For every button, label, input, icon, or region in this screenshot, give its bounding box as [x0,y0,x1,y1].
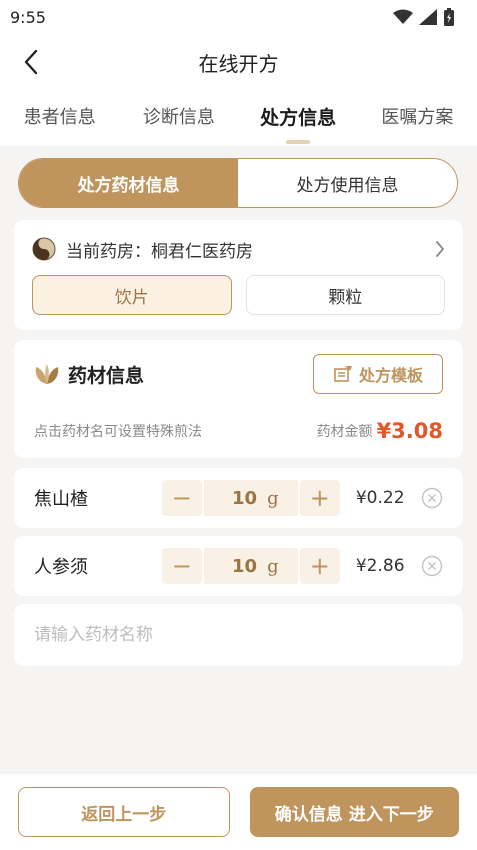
template-button-label: 处方模板 [358,366,423,385]
decrease-button[interactable]: − [161,480,202,516]
pharmacy-selector[interactable]: 当前药房：桐君仁医药房 [32,234,445,264]
battery-icon [444,8,454,26]
status-icons [393,8,455,26]
pharmacy-name: 桐君仁医药房 [151,241,253,262]
herb-item: 人参须 − g + ¥2.86 [14,536,463,596]
pharmacy-separator: ： [134,241,151,262]
bottom-action-bar: 返回上一步 确认信息 进入下一步 [0,773,477,850]
page-title: 在线开方 [198,51,279,76]
pharmacy-card: 当前药房：桐君仁医药房 饮片 颗粒 [14,220,463,330]
notebook-icon [334,366,352,382]
close-circle-icon [421,555,443,577]
nav-bar: 在线开方 [0,34,477,90]
status-time: 9:55 [10,7,46,27]
form-option-granules[interactable]: 颗粒 [245,275,445,315]
quantity-value: g [203,480,298,516]
wifi-icon [393,9,413,24]
quantity-stepper: − g + [161,548,340,584]
increase-button[interactable]: + [299,480,340,516]
herb-item-price: ¥0.22 [355,488,405,508]
leaf-icon [35,364,59,384]
herb-item-price: ¥2.86 [355,556,405,576]
signal-icon [419,9,437,25]
current-pharmacy: 当前药房：桐君仁医药房 [66,237,435,262]
quantity-input[interactable] [223,555,258,577]
back-button[interactable] [14,44,48,80]
herb-item-name[interactable]: 焦山楂 [34,485,162,511]
prescription-template-button[interactable]: 处方模板 [313,354,443,394]
tab-patient-info[interactable]: 患者信息 [0,90,119,146]
herb-item: 焦山楂 − g + ¥0.22 [14,468,463,528]
tab-medical-advice[interactable]: 医嘱方案 [358,90,477,146]
chevron-left-icon [24,49,38,75]
remove-herb-button[interactable] [421,555,443,577]
herb-info-title: 药材信息 [68,364,145,387]
herb-amount: 药材金额 ¥3.08 [317,419,443,443]
quantity-input[interactable] [223,487,258,509]
form-option-decoction-pieces[interactable]: 饮片 [32,275,232,315]
tab-bar: 患者信息 诊断信息 处方信息 医嘱方案 [0,90,477,146]
herb-search-input[interactable] [34,625,443,645]
decoction-hint: 点击药材名可设置特殊煎法 [34,424,202,440]
quantity-unit: g [267,555,279,577]
quantity-unit: g [267,487,279,509]
dosage-form-row: 饮片 颗粒 [32,275,445,315]
prescription-segment: 处方药材信息 处方使用信息 [18,158,458,208]
close-circle-icon [421,487,443,509]
decrease-button[interactable]: − [161,548,202,584]
increase-button[interactable]: + [299,548,340,584]
segment-usage-info[interactable]: 处方使用信息 [238,159,457,207]
herb-search-card [14,604,463,666]
herb-info-subrow: 点击药材名可设置特殊煎法 药材金额 ¥3.08 [34,416,443,446]
remove-herb-button[interactable] [421,487,443,509]
tab-diagnosis-info[interactable]: 诊断信息 [119,90,238,146]
pharmacy-label: 当前药房 [66,241,134,262]
herb-amount-value: ¥3.08 [376,419,443,443]
quantity-stepper: − g + [161,480,340,516]
herb-info-header: 药材信息 处方模板 [34,354,443,394]
previous-step-button[interactable]: 返回上一步 [18,787,230,837]
status-bar: 9:55 [0,0,477,34]
segment-herb-info[interactable]: 处方药材信息 [19,159,238,207]
confirm-next-button[interactable]: 确认信息 进入下一步 [249,787,459,837]
quantity-value: g [203,548,298,584]
herb-item-name[interactable]: 人参须 [34,553,162,579]
tab-prescription-info[interactable]: 处方信息 [239,90,358,146]
herb-amount-label: 药材金额 [316,424,373,440]
herb-info-card: 药材信息 处方模板 点击药材名可设置特殊煎法 药材金额 ¥3.08 [14,340,463,458]
yin-yang-icon [32,237,56,261]
chevron-right-icon [436,241,445,257]
